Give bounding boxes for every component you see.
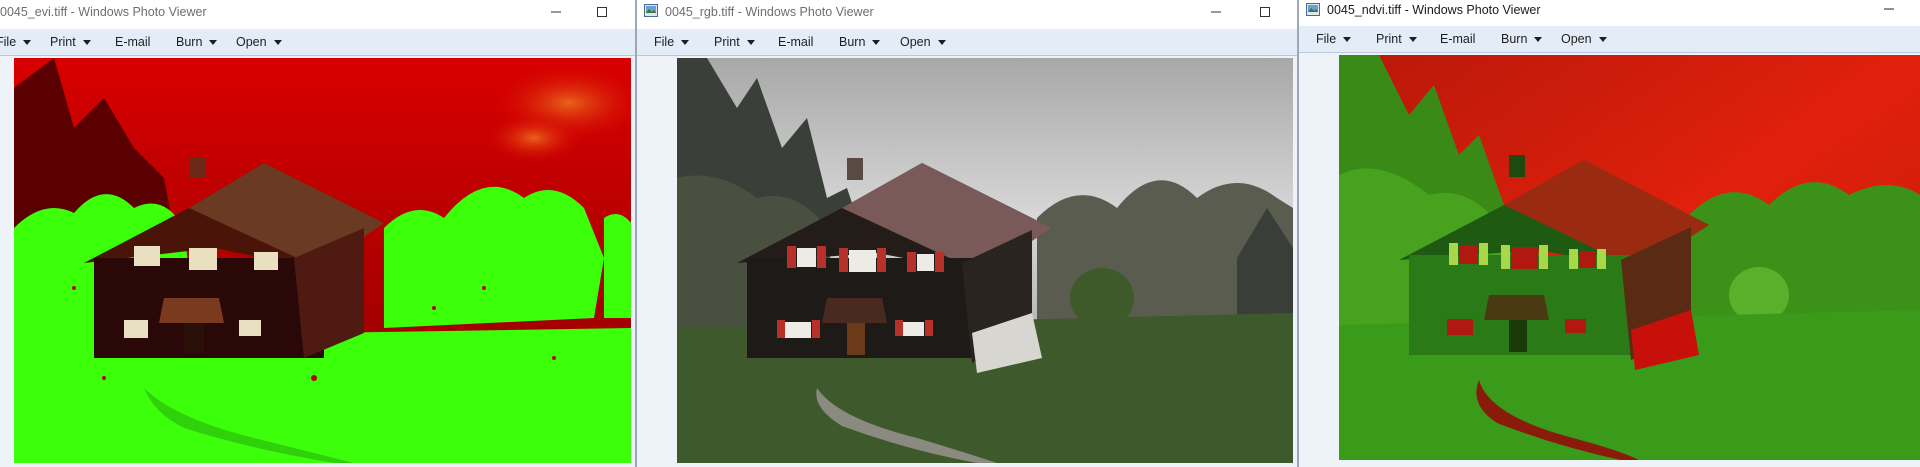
menu-email[interactable]: E-mail	[115, 29, 150, 55]
menu-open-label: Open	[236, 35, 267, 49]
menu-file[interactable]: File	[1316, 26, 1352, 52]
menu-burn-label: Burn	[839, 35, 866, 49]
menu-burn[interactable]: Burn	[839, 29, 881, 55]
window-title: 0045_ndvi.tiff - Windows Photo Viewer	[1327, 3, 1541, 17]
photo-viewer-icon	[644, 4, 658, 17]
chevron-down-icon	[209, 39, 218, 45]
menu-burn[interactable]: Burn	[1501, 26, 1543, 52]
evi-photo	[14, 58, 631, 463]
maximize-icon[interactable]	[1256, 3, 1274, 21]
menu-print[interactable]: Print	[50, 29, 91, 55]
image-viewer-area[interactable]	[637, 56, 1298, 467]
chevron-down-icon	[273, 39, 282, 45]
menu-open-label: Open	[1561, 32, 1592, 46]
image-viewer-area[interactable]	[1299, 53, 1920, 467]
menu-burn-label: Burn	[176, 35, 203, 49]
menu-email-label: E-mail	[115, 35, 151, 49]
menu-open-label: Open	[900, 35, 931, 49]
menu-open[interactable]: Open	[900, 29, 946, 55]
menu-print-label: Print	[1376, 32, 1402, 46]
chevron-down-icon	[872, 39, 881, 45]
menu-file[interactable]: File	[654, 29, 690, 55]
chevron-down-icon	[1343, 36, 1352, 42]
title-bar[interactable]: 0045_rgb.tiff - Windows Photo Viewer	[637, 0, 1298, 26]
menu-bar: File Print E-mail Burn Open	[0, 29, 636, 56]
chevron-down-icon	[681, 39, 690, 45]
chevron-down-icon	[1408, 36, 1417, 42]
rgb-photo	[677, 58, 1293, 463]
minimize-icon[interactable]	[1207, 3, 1225, 21]
chevron-down-icon	[1598, 36, 1607, 42]
menu-print-label: Print	[50, 35, 76, 49]
photo-viewer-window-evi: 0045_evi.tiff - Windows Photo Viewer Fil…	[0, 0, 636, 467]
chevron-down-icon	[746, 39, 755, 45]
menu-file-label: File	[0, 35, 17, 49]
window-title: 0045_evi.tiff - Windows Photo Viewer	[0, 5, 207, 19]
menu-print[interactable]: Print	[1376, 26, 1417, 52]
menu-bar: File Print E-mail Burn Open	[1299, 26, 1920, 53]
image-viewer-area[interactable]	[0, 56, 636, 467]
chevron-down-icon	[937, 39, 946, 45]
menu-open[interactable]: Open	[236, 29, 282, 55]
title-bar[interactable]: 0045_evi.tiff - Windows Photo Viewer	[0, 0, 636, 26]
minimize-icon[interactable]	[1880, 0, 1898, 18]
menu-bar: File Print E-mail Burn Open	[637, 29, 1298, 56]
photo-viewer-icon	[1306, 3, 1320, 16]
menu-open[interactable]: Open	[1561, 26, 1607, 52]
menu-email-label: E-mail	[778, 35, 814, 49]
menu-file-label: File	[654, 35, 675, 49]
ndvi-photo	[1339, 55, 1920, 460]
chevron-down-icon	[1534, 36, 1543, 42]
menu-print[interactable]: Print	[714, 29, 755, 55]
menu-file-label: File	[1316, 32, 1337, 46]
photo-viewer-window-rgb: 0045_rgb.tiff - Windows Photo Viewer Fil…	[637, 0, 1298, 467]
title-bar[interactable]: 0045_ndvi.tiff - Windows Photo Viewer	[1299, 0, 1920, 24]
menu-burn-label: Burn	[1501, 32, 1528, 46]
photo-viewer-window-ndvi: 0045_ndvi.tiff - Windows Photo Viewer Fi…	[1299, 0, 1920, 467]
menu-print-label: Print	[714, 35, 740, 49]
window-title: 0045_rgb.tiff - Windows Photo Viewer	[665, 5, 874, 19]
chevron-down-icon	[82, 39, 91, 45]
maximize-icon[interactable]	[593, 3, 611, 21]
chevron-down-icon	[23, 39, 32, 45]
menu-email-label: E-mail	[1440, 32, 1476, 46]
menu-file[interactable]: File	[0, 29, 32, 55]
minimize-icon[interactable]	[547, 3, 565, 21]
menu-email[interactable]: E-mail	[1440, 26, 1475, 52]
menu-burn[interactable]: Burn	[176, 29, 218, 55]
menu-email[interactable]: E-mail	[778, 29, 813, 55]
